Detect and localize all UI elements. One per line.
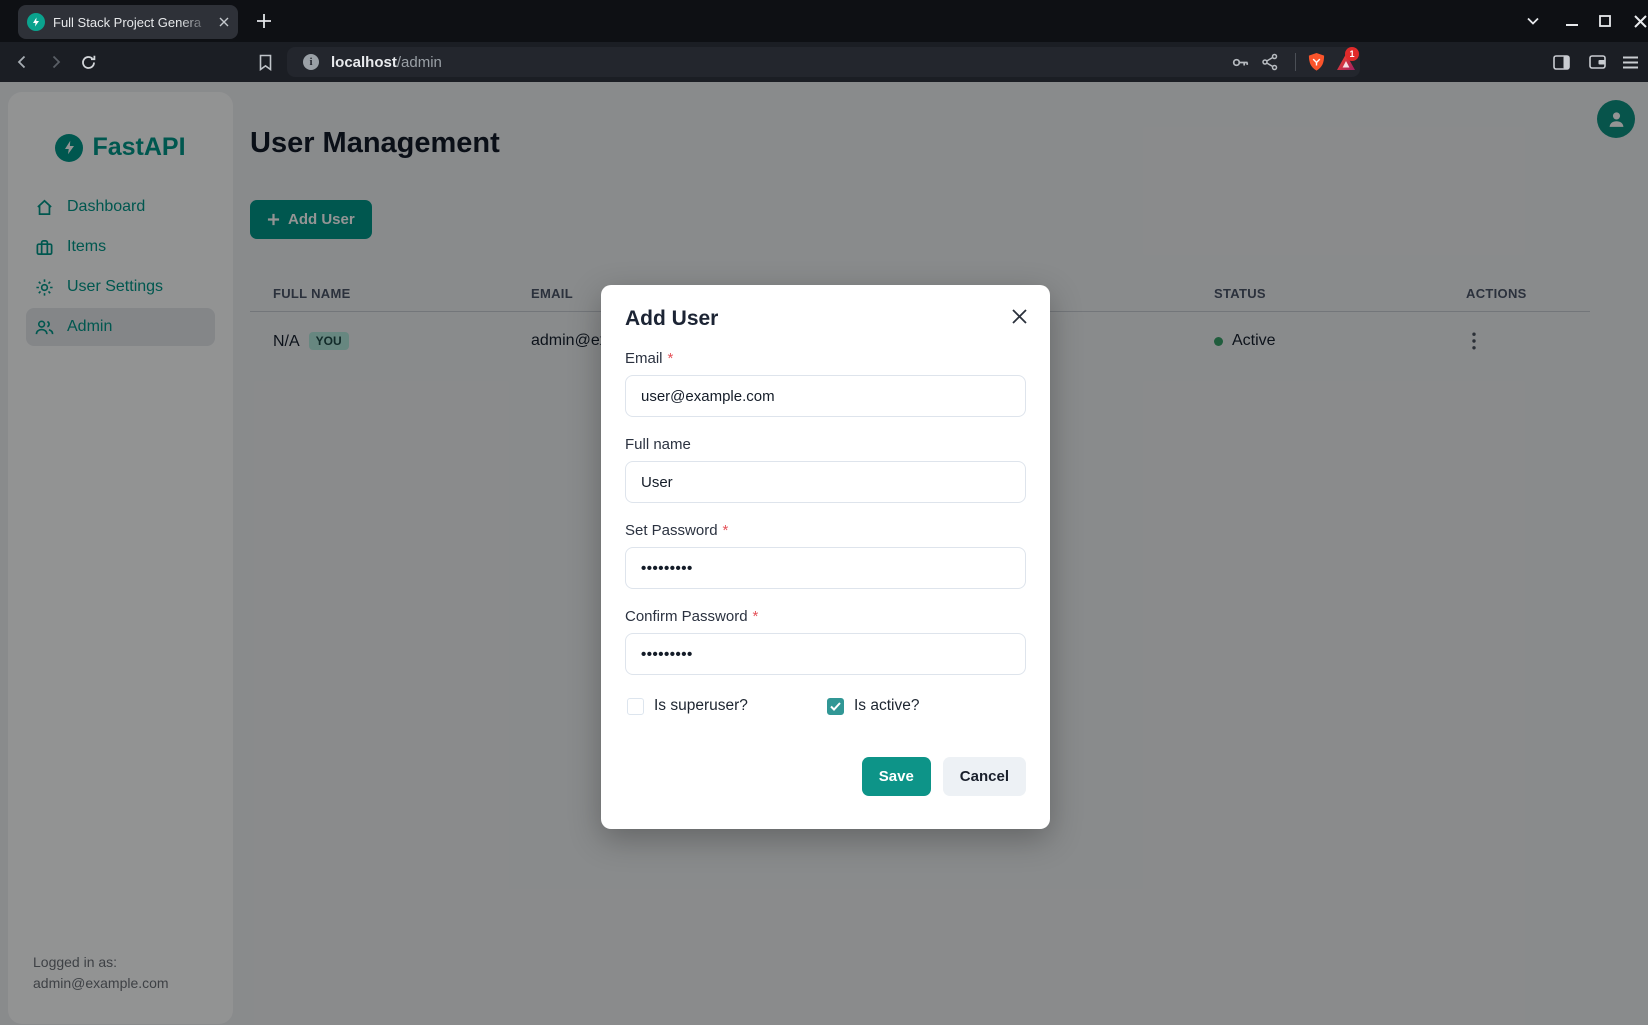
browser-tab-strip: Full Stack Project Genera: [0, 0, 1648, 42]
confirm-password-label-text: Confirm Password: [625, 608, 748, 625]
checkbox-row: Is superuser? Is active?: [625, 697, 1026, 715]
full-name-label-text: Full name: [625, 436, 691, 453]
tab-close-icon[interactable]: [219, 17, 229, 27]
full-name-field[interactable]: [625, 461, 1026, 503]
password-field-group: Set Password *: [625, 522, 1026, 589]
page-viewport: FastAPI Dashboard Items User Settings: [0, 82, 1648, 1025]
confirm-password-field[interactable]: [625, 633, 1026, 675]
url-text[interactable]: localhost/admin: [331, 47, 442, 77]
new-tab-icon[interactable]: [252, 9, 276, 33]
email-field-group: Email *: [625, 350, 1026, 417]
save-button[interactable]: Save: [862, 757, 931, 796]
required-asterisk: *: [753, 608, 759, 625]
browser-toolbar: i localhost/admin 1: [0, 42, 1648, 82]
checkbox-unchecked-icon[interactable]: [627, 698, 644, 715]
modal-actions: Save Cancel: [625, 757, 1026, 796]
tab-search-chevron-icon[interactable]: [1524, 12, 1542, 30]
set-password-field[interactable]: [625, 547, 1026, 589]
modal-close-icon[interactable]: [1004, 301, 1034, 331]
modal-title: Add User: [625, 307, 1026, 331]
forward-icon[interactable]: [46, 52, 66, 72]
brave-rewards-icon[interactable]: 1: [1336, 52, 1356, 72]
share-icon[interactable]: [1260, 52, 1280, 72]
menu-icon[interactable]: [1620, 52, 1640, 72]
browser-tab[interactable]: Full Stack Project Genera: [18, 5, 238, 39]
brave-shield-icon[interactable]: [1306, 52, 1326, 72]
window-close-icon[interactable]: [1631, 12, 1648, 30]
email-field[interactable]: [625, 375, 1026, 417]
password-key-icon[interactable]: [1230, 52, 1250, 72]
cancel-button[interactable]: Cancel: [943, 757, 1026, 796]
toolbar-divider: [1295, 53, 1296, 71]
full-name-field-group: Full name: [625, 436, 1026, 503]
is-superuser-checkbox[interactable]: Is superuser?: [627, 697, 827, 715]
email-label-text: Email: [625, 350, 663, 367]
email-label: Email *: [625, 350, 1026, 367]
set-password-label-text: Set Password: [625, 522, 718, 539]
wallet-icon[interactable]: [1587, 52, 1607, 72]
is-active-checkbox[interactable]: Is active?: [827, 697, 919, 715]
window-minimize-icon[interactable]: [1563, 12, 1581, 30]
rewards-badge: 1: [1345, 47, 1359, 61]
reload-icon[interactable]: [78, 52, 98, 72]
full-name-label: Full name: [625, 436, 1026, 453]
window-maximize-icon[interactable]: [1596, 12, 1614, 30]
sidebar-toggle-icon[interactable]: [1551, 52, 1571, 72]
confirm-password-field-group: Confirm Password *: [625, 608, 1026, 675]
required-asterisk: *: [723, 522, 729, 539]
tab-title: Full Stack Project Genera: [53, 15, 211, 30]
checkbox-checked-icon[interactable]: [827, 698, 844, 715]
bookmark-icon[interactable]: [255, 52, 275, 72]
add-user-modal: Add User Email* Full name Set Password* …: [601, 285, 1050, 829]
is-superuser-label: Is superuser?: [654, 697, 748, 715]
site-info-icon[interactable]: i: [303, 54, 319, 70]
back-icon[interactable]: [12, 52, 32, 72]
required-asterisk: *: [668, 350, 674, 367]
url-path: /admin: [397, 54, 442, 71]
confirm-password-label: Confirm Password *: [625, 608, 1026, 625]
fastapi-favicon-icon: [27, 13, 45, 31]
url-bar[interactable]: i localhost/admin 1: [287, 47, 1360, 77]
set-password-label: Set Password *: [625, 522, 1026, 539]
url-host: localhost: [331, 54, 397, 71]
is-active-label: Is active?: [854, 697, 919, 715]
